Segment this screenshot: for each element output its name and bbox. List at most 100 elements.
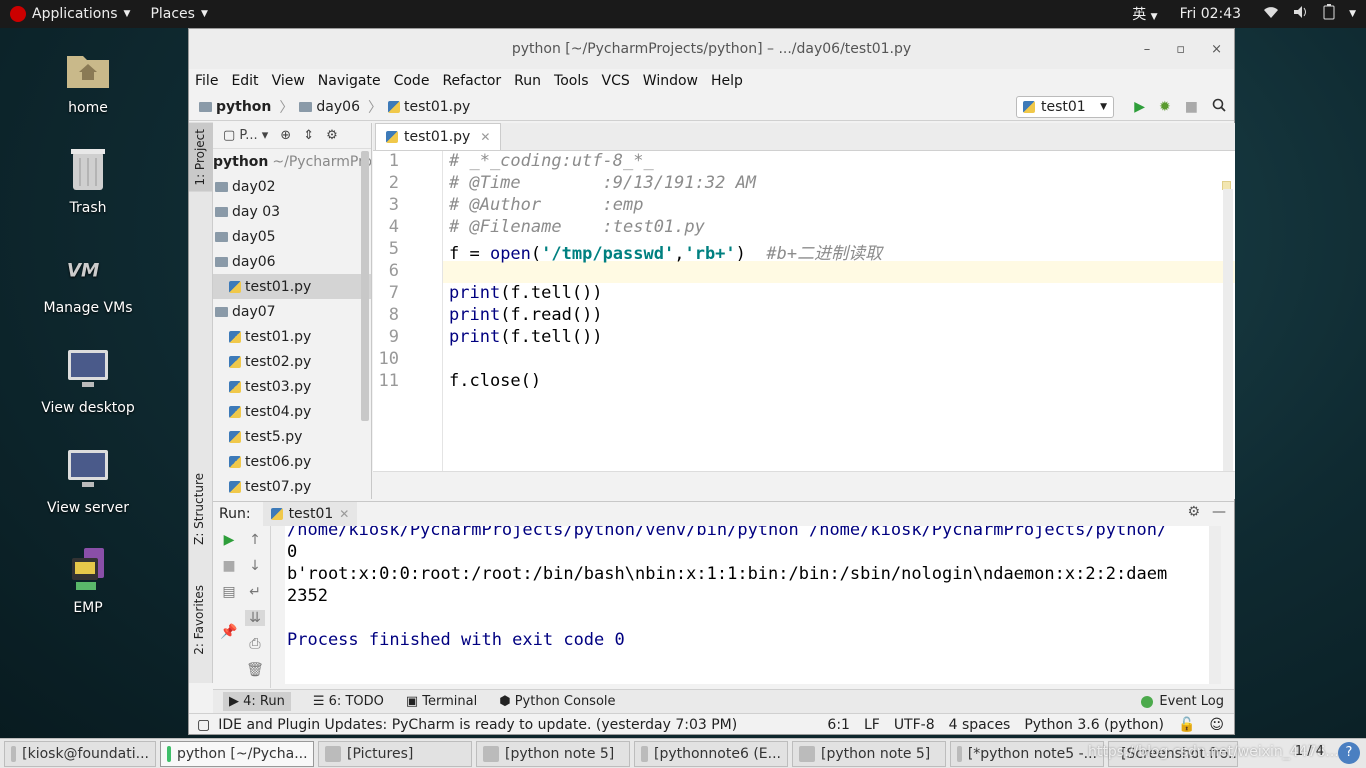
window-titlebar[interactable]: python [~/PycharmProjects/python] – .../… — [189, 29, 1234, 69]
task-pycharm[interactable]: python [~/Pycha... — [160, 740, 314, 767]
tool-window-python-console[interactable]: ⬢ Python Console — [499, 694, 615, 709]
input-method-indicator[interactable]: 英 ▼ — [1132, 4, 1157, 24]
code-area[interactable]: 1 2 3 4 5 6 7 8 9 10 11 # _*_coding:utf-8_*_ # @Ti… — [373, 151, 1235, 471]
tool-window-todo[interactable]: ☰ 6: TODO — [313, 694, 384, 709]
status-caret-position[interactable]: 6:1 — [827, 717, 850, 733]
chevron-down-icon[interactable]: ▼ — [1349, 9, 1356, 19]
close-icon[interactable]: ✕ — [480, 130, 490, 144]
task-python-note-5[interactable]: [python note 5] — [476, 740, 630, 767]
places-menu[interactable]: Places ▼ — [140, 0, 217, 28]
search-icon[interactable] — [1212, 98, 1226, 116]
tree-file[interactable]: test01.py — [213, 324, 371, 349]
volume-icon[interactable] — [1293, 5, 1309, 23]
run-console[interactable]: /home/kiosk/PycharmProjects/python/venv/… — [285, 526, 1221, 684]
tree-file[interactable]: test02.py — [213, 349, 371, 374]
menu-window[interactable]: Window — [643, 73, 698, 89]
task-pictures[interactable]: [Pictures] — [318, 740, 472, 767]
task-pythonnote6[interactable]: [pythonnote6 (E... — [634, 740, 788, 767]
editor-scrollbar[interactable] — [1223, 189, 1233, 471]
run-tab-test01[interactable]: test01 ✕ — [262, 502, 358, 526]
menu-run[interactable]: Run — [514, 73, 541, 89]
console-scrollbar[interactable] — [1209, 526, 1221, 684]
gear-icon[interactable]: ⚙ — [1187, 504, 1200, 520]
stop-icon[interactable]: ■ — [219, 558, 239, 574]
menu-vcs[interactable]: VCS — [602, 73, 630, 89]
status-interpreter[interactable]: Python 3.6 (python) — [1024, 717, 1164, 733]
scroll-to-end-icon[interactable]: ⇊ — [245, 610, 265, 626]
run-icon[interactable]: ▶ — [1134, 99, 1145, 115]
menu-navigate[interactable]: Navigate — [318, 73, 381, 89]
menu-help[interactable]: Help — [711, 73, 743, 89]
collapse-icon[interactable]: ⇕ — [303, 128, 314, 143]
pin-icon[interactable]: 📌 — [219, 624, 239, 640]
tree-file[interactable]: test01.py — [213, 274, 371, 299]
task-terminal[interactable]: [kiosk@foundati... — [4, 740, 156, 767]
desktop-icon-view-server[interactable]: View server — [38, 446, 138, 516]
close-icon[interactable]: ✕ — [339, 507, 349, 521]
maximize-button[interactable]: ▫ — [1176, 42, 1185, 57]
battery-icon[interactable] — [1323, 4, 1335, 24]
breadcrumb-folder[interactable]: day06 — [299, 99, 360, 115]
layout-icon[interactable]: ▤ — [219, 584, 239, 600]
stop-icon[interactable]: ■ — [1185, 99, 1198, 115]
status-line-separator[interactable]: LF — [864, 717, 880, 733]
menu-tools[interactable]: Tools — [554, 73, 589, 89]
editor-tab-test01[interactable]: test01.py ✕ — [375, 123, 502, 150]
tab-structure[interactable]: Z: Structure — [192, 473, 206, 545]
inspector-icon[interactable]: ☺ — [1209, 717, 1224, 733]
tree-file[interactable]: test03.py — [213, 374, 371, 399]
menu-refactor[interactable]: Refactor — [442, 73, 501, 89]
tree-folder[interactable]: day02 — [213, 174, 371, 199]
up-arrow-icon[interactable]: ↑ — [245, 532, 265, 548]
locate-icon[interactable]: ⊕ — [280, 128, 291, 143]
wifi-icon[interactable] — [1263, 5, 1279, 23]
tree-file[interactable]: test07.py — [213, 474, 371, 499]
rerun-icon[interactable]: ▶ — [219, 532, 239, 548]
tree-file[interactable]: test5.py — [213, 424, 371, 449]
status-encoding[interactable]: UTF-8 — [894, 717, 935, 733]
tool-window-run[interactable]: ▶ 4: Run — [223, 692, 291, 711]
help-icon[interactable]: ? — [1338, 742, 1360, 764]
breadcrumb-root[interactable]: python — [199, 99, 271, 115]
run-configuration-select[interactable]: test01 ▼ — [1016, 96, 1114, 118]
status-message[interactable]: IDE and Plugin Updates: PyCharm is ready… — [218, 717, 737, 733]
tree-folder[interactable]: day06 — [213, 249, 371, 274]
desktop-icon-home[interactable]: home — [38, 46, 138, 116]
debug-icon[interactable]: ✹ — [1159, 99, 1171, 115]
clock[interactable]: Fri 02:43 — [1172, 6, 1249, 22]
lock-icon[interactable]: 🔓 — [1178, 717, 1195, 733]
desktop-icon-manage-vms[interactable]: VM Manage VMs — [38, 246, 138, 316]
tree-folder[interactable]: day 03 — [213, 199, 371, 224]
task-python-note5-edit[interactable]: [*python note5 -... — [950, 740, 1104, 767]
menu-file[interactable]: File — [195, 73, 218, 89]
menu-code[interactable]: Code — [394, 73, 430, 89]
hide-panel-icon[interactable]: — — [1212, 504, 1226, 520]
soft-wrap-icon[interactable]: ↵ — [245, 584, 265, 600]
event-log-button[interactable]: Event Log — [1141, 694, 1224, 709]
desktop-icon-emp[interactable]: EMP — [38, 546, 138, 616]
tree-folder[interactable]: day05 — [213, 224, 371, 249]
project-view-icon[interactable]: ▢ P... ▾ — [223, 128, 268, 143]
down-arrow-icon[interactable]: ↓ — [245, 558, 265, 574]
breadcrumb-file[interactable]: test01.py — [387, 99, 470, 115]
desktop-icon-view-desktop[interactable]: View desktop — [38, 346, 138, 416]
tree-root[interactable]: python ~/PycharmProjec — [213, 149, 371, 174]
workspace-pager[interactable]: 1 / 4 — [1295, 744, 1324, 759]
tab-favorites[interactable]: 2: Favorites — [192, 585, 206, 655]
gear-icon[interactable]: ⚙ — [326, 128, 338, 143]
task-python-note-5b[interactable]: [python note 5] — [792, 740, 946, 767]
tree-file[interactable]: test04.py — [213, 399, 371, 424]
print-icon[interactable]: ⎙ — [245, 636, 265, 652]
minimize-button[interactable]: – — [1144, 42, 1151, 57]
close-button[interactable]: × — [1211, 42, 1222, 57]
project-scrollbar[interactable] — [361, 151, 369, 421]
trash-icon[interactable]: 🗑 — [245, 662, 265, 678]
desktop-icon-trash[interactable]: Trash — [38, 146, 138, 216]
menu-view[interactable]: View — [272, 73, 305, 89]
status-indent[interactable]: 4 spaces — [949, 717, 1011, 733]
tree-folder[interactable]: day07 — [213, 299, 371, 324]
tab-project[interactable]: 1: Project — [189, 123, 213, 192]
menu-edit[interactable]: Edit — [231, 73, 258, 89]
tool-window-terminal[interactable]: ▣ Terminal — [406, 694, 477, 709]
status-toggle-icon[interactable]: ▢ — [197, 717, 210, 733]
